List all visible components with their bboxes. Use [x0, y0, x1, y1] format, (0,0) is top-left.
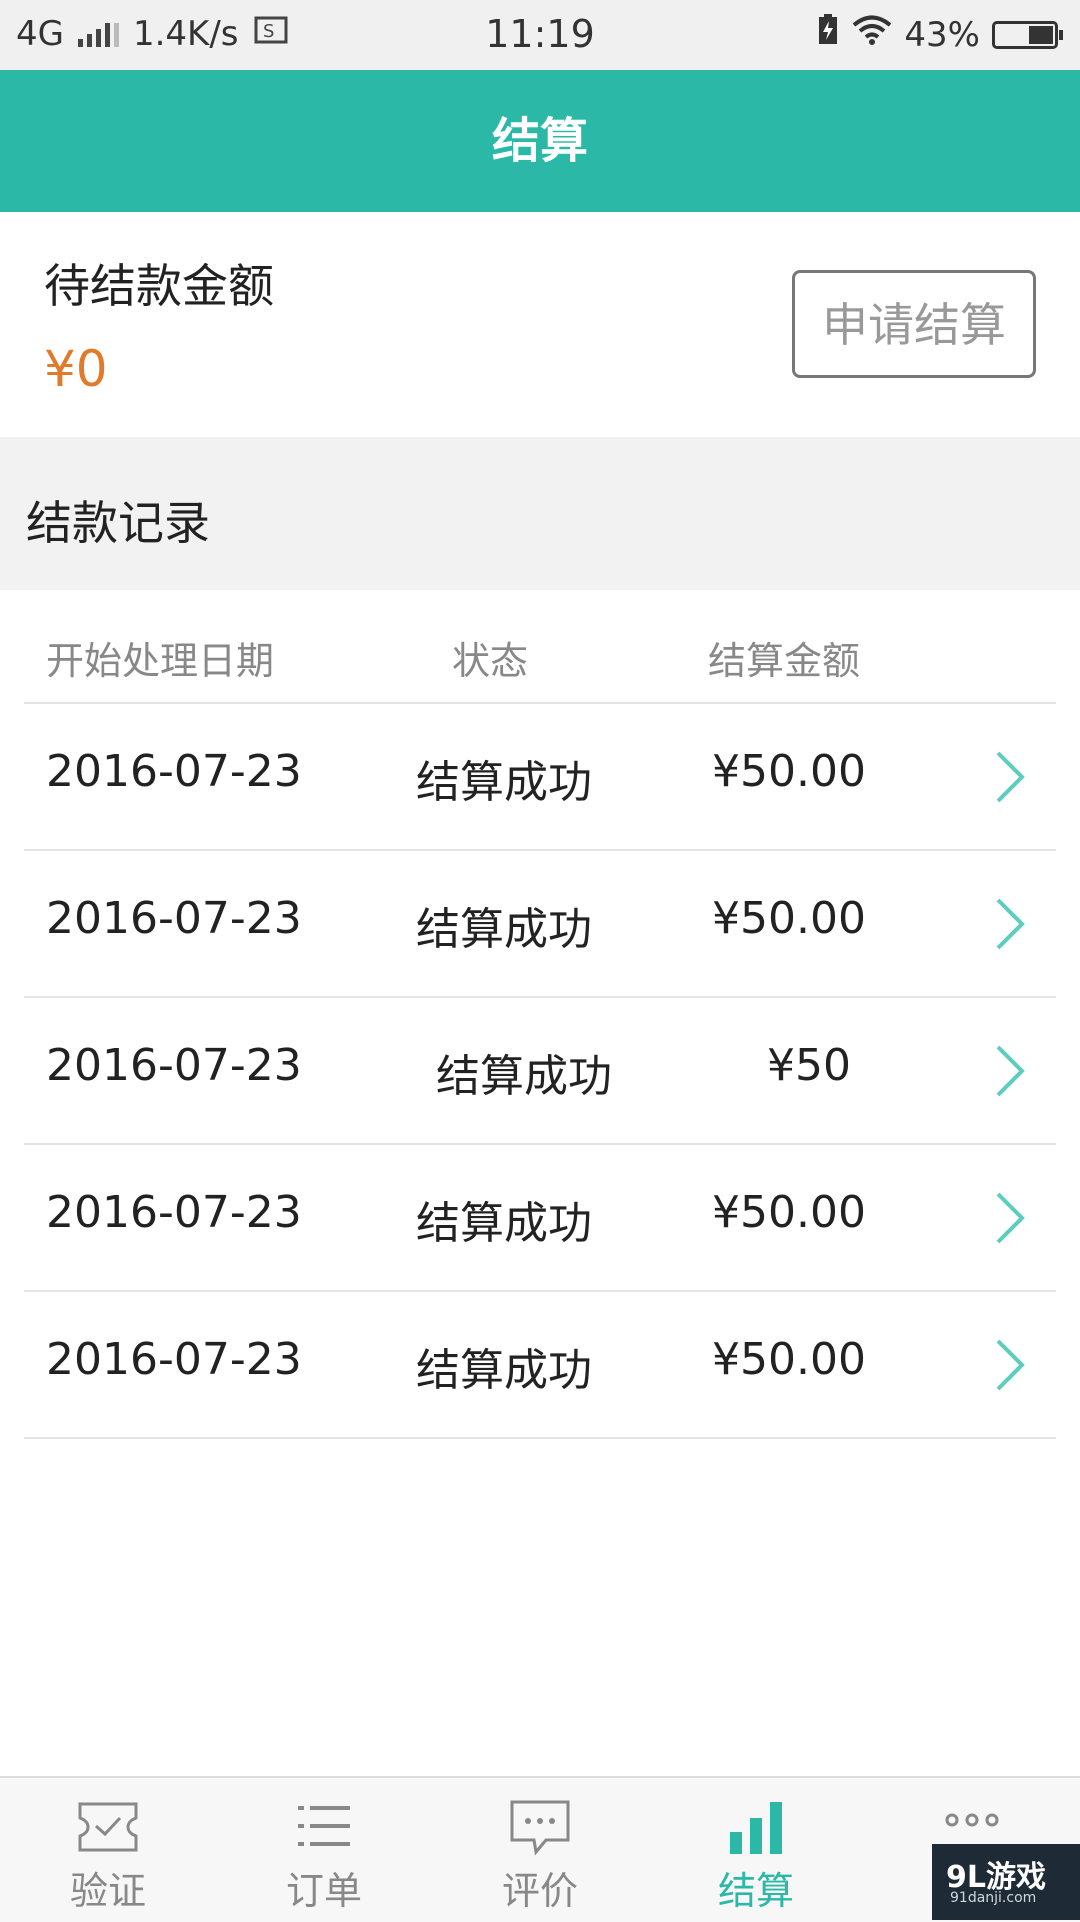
chevron-right-icon[interactable] [984, 1043, 1032, 1099]
row-status: 结算成功 [416, 1345, 592, 1396]
row-date: 2016-07-23 [46, 1040, 302, 1091]
row-date: 2016-07-23 [46, 746, 302, 797]
row-date: 2016-07-23 [46, 893, 302, 944]
column-amount: 结算金额 [708, 639, 861, 683]
nav-item-verify[interactable]: 验证 [0, 1778, 216, 1922]
column-date: 开始处理日期 [46, 639, 275, 683]
page-title: 结算 [0, 70, 1080, 212]
row-date: 2016-07-23 [46, 1334, 302, 1385]
status-bar: 4G 1.4K/s S 11:19 43% [0, 0, 1080, 70]
records-table: 开始处理日期 状态 结算金额 2016-07-23 结算成功 ¥50.00 20… [0, 590, 1080, 1439]
nav-label: 评价 [501, 1869, 578, 1913]
battery-percent: 43% [904, 14, 980, 55]
chevron-right-icon[interactable] [984, 749, 1032, 805]
charging-icon [816, 14, 840, 55]
nav-item-reviews[interactable]: 评价 [432, 1778, 648, 1922]
nav-label: 验证 [69, 1869, 146, 1913]
table-row[interactable]: 2016-07-23 结算成功 ¥50.00 [24, 851, 1056, 998]
row-status: 结算成功 [416, 757, 592, 808]
nav-label: 结算 [717, 1869, 794, 1913]
battery-icon [992, 20, 1063, 49]
list-icon [298, 1806, 350, 1846]
table-row[interactable]: 2016-07-23 结算成功 ¥50 [24, 998, 1056, 1145]
pending-section: 待结款金额 ¥0 申请结算 [0, 212, 1080, 437]
status-right: 43% [816, 14, 1063, 55]
watermark-url: 91danji.com [950, 1890, 1037, 1906]
chevron-right-icon[interactable] [984, 1190, 1032, 1246]
bar-chart-icon [730, 1802, 782, 1854]
chevron-right-icon[interactable] [984, 1337, 1032, 1393]
row-status: 结算成功 [416, 1198, 592, 1249]
pending-amount: ¥0 [44, 340, 108, 398]
nav-label: 订单 [285, 1869, 362, 1913]
row-amount: ¥50 [767, 1040, 851, 1091]
row-status: 结算成功 [436, 1051, 612, 1102]
chevron-right-icon[interactable] [984, 896, 1032, 952]
ticket-icon [78, 1802, 138, 1852]
records-section-header: 结款记录 [0, 437, 1080, 590]
nav-item-settlement[interactable]: 结算 [648, 1778, 864, 1922]
watermark-logo: 9L游戏 91danji.com [932, 1844, 1080, 1920]
bottom-nav: 验证 订单 评价 结算 更多 [0, 1776, 1080, 1922]
row-status: 结算成功 [416, 904, 592, 955]
records-title: 结款记录 [26, 496, 210, 550]
row-amount: ¥50.00 [712, 1334, 866, 1385]
pending-label: 待结款金额 [44, 259, 274, 313]
row-amount: ¥50.00 [712, 893, 866, 944]
row-date: 2016-07-23 [46, 1187, 302, 1238]
chat-icon [510, 1800, 570, 1856]
column-status: 状态 [452, 639, 529, 683]
table-row[interactable]: 2016-07-23 结算成功 ¥50.00 [24, 704, 1056, 851]
wifi-icon [852, 14, 892, 55]
apply-settlement-button[interactable]: 申请结算 [792, 270, 1036, 378]
row-amount: ¥50.00 [712, 746, 866, 797]
table-header: 开始处理日期 状态 结算金额 [24, 590, 1056, 704]
table-row[interactable]: 2016-07-23 结算成功 ¥50.00 [24, 1145, 1056, 1292]
row-amount: ¥50.00 [712, 1187, 866, 1238]
table-row[interactable]: 2016-07-23 结算成功 ¥50.00 [24, 1292, 1056, 1439]
nav-item-orders[interactable]: 订单 [216, 1778, 432, 1922]
